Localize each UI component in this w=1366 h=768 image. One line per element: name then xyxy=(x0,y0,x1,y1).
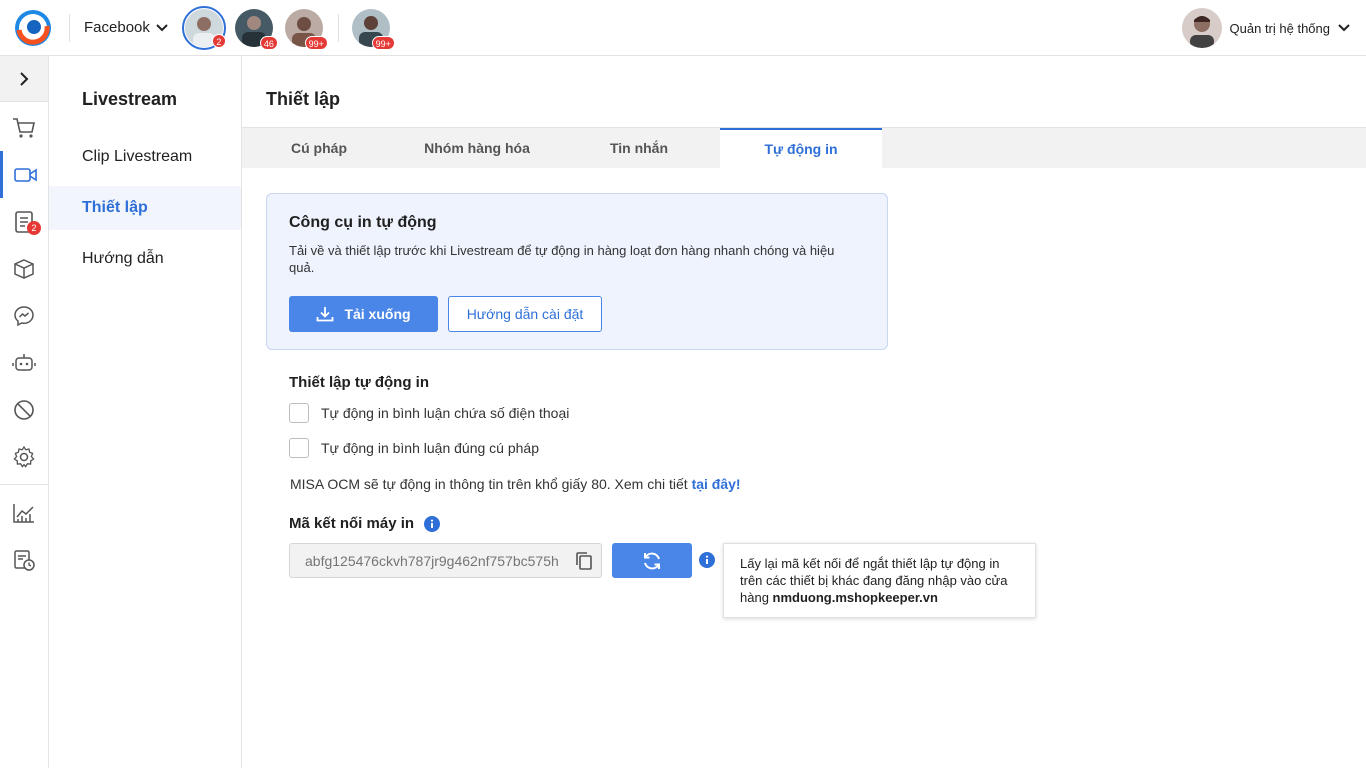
rail-item-messenger[interactable] xyxy=(0,292,48,339)
rail-item-livestream[interactable] xyxy=(0,151,48,198)
chart-icon xyxy=(13,503,34,523)
regenerate-code-button[interactable] xyxy=(612,543,692,578)
settings-tabs: Cú pháp Nhóm hàng hóa Tin nhắn Tự động i… xyxy=(242,127,1366,168)
subnav-item-settings[interactable]: Thiết lập xyxy=(49,186,241,230)
option-syntax-label: Tự động in bình luận đúng cú pháp xyxy=(321,440,539,456)
pages-divider xyxy=(337,13,339,42)
video-camera-icon xyxy=(13,167,37,182)
card-actions: Tải xuống Hướng dẫn cài đặt xyxy=(289,296,865,332)
download-label: Tải xuống xyxy=(344,306,411,322)
option-print-syntax-comments[interactable]: Tự động in bình luận đúng cú pháp xyxy=(289,438,539,458)
platform-label: Facebook xyxy=(84,19,150,36)
download-button[interactable]: Tải xuống xyxy=(289,296,438,332)
main-content: Thiết lập Cú pháp Nhóm hàng hóa Tin nhắn… xyxy=(242,56,1366,768)
printer-code-value: abfg125476ckvh787jr9g462nf757bc575h xyxy=(305,552,559,569)
expand-sidebar-button[interactable] xyxy=(0,56,48,102)
tooltip-shop-name: nmduong.mshopkeeper.vn xyxy=(772,590,938,605)
page-title: Thiết lập xyxy=(266,89,341,109)
subnav-item-guide[interactable]: Hướng dẫn xyxy=(49,237,241,281)
copy-icon[interactable] xyxy=(567,551,601,571)
checkbox-print-phone[interactable] xyxy=(289,403,309,423)
regenerate-code-tooltip: Lấy lại mã kết nối để ngắt thiết lập tự … xyxy=(723,543,1036,618)
page-avatar-4[interactable]: 99+ xyxy=(349,6,395,50)
page-avatar-list: 2 46 99+ 99+ xyxy=(181,5,399,50)
icon-rail: 2 xyxy=(0,56,49,768)
rail-item-history[interactable] xyxy=(0,536,48,583)
info-icon[interactable] xyxy=(424,515,441,532)
auto-print-tool-card: Công cụ in tự động Tải về và thiết lập t… xyxy=(266,193,888,350)
platform-selector[interactable]: Facebook xyxy=(84,19,168,36)
tab-auto-print[interactable]: Tự động in xyxy=(720,128,882,168)
rail-item-orders[interactable]: 2 xyxy=(0,198,48,245)
card-description: Tải về và thiết lập trước khi Livestream… xyxy=(289,243,835,275)
printer-code-title: Mã kết nối máy in xyxy=(289,515,441,532)
block-icon xyxy=(14,399,34,420)
tab-messages[interactable]: Tin nhắn xyxy=(558,128,720,168)
rail-item-bot[interactable] xyxy=(0,339,48,386)
subnav-item-clip-livestream[interactable]: Clip Livestream xyxy=(49,135,241,179)
orders-badge: 2 xyxy=(27,221,41,235)
rail-item-cart[interactable] xyxy=(0,104,48,151)
user-avatar xyxy=(1181,8,1222,48)
option-print-phone-comments[interactable]: Tự động in bình luận chứa số điện thoại xyxy=(289,403,569,423)
page-avatar-3[interactable]: 99+ xyxy=(282,6,328,50)
notification-badge: 99+ xyxy=(304,35,328,50)
user-menu[interactable]: Quản trị hệ thống xyxy=(1181,8,1350,48)
user-name: Quản trị hệ thống xyxy=(1229,20,1330,36)
printer-code-label: Mã kết nối máy in xyxy=(289,515,415,532)
subnav-title: Livestream xyxy=(82,89,178,109)
install-guide-button[interactable]: Hướng dẫn cài đặt xyxy=(448,296,602,332)
auto-print-settings-title: Thiết lập tự động in xyxy=(289,374,430,391)
rail-item-reports[interactable] xyxy=(0,489,48,536)
notification-badge: 99+ xyxy=(371,35,395,50)
checkbox-print-syntax[interactable] xyxy=(289,438,309,458)
box-icon xyxy=(14,258,34,279)
chevron-down-icon xyxy=(156,23,168,32)
gear-icon xyxy=(13,445,35,468)
messenger-icon xyxy=(14,305,34,326)
history-icon xyxy=(14,549,35,571)
notification-badge: 46 xyxy=(259,35,278,50)
details-link[interactable]: tại đây! xyxy=(692,476,741,492)
card-title: Công cụ in tự động xyxy=(289,214,437,231)
paper-size-note: MISA OCM sẽ tự động in thông tin trên kh… xyxy=(290,476,741,492)
page-avatar-2[interactable]: 46 xyxy=(232,6,278,50)
chevron-right-icon xyxy=(20,71,29,86)
refresh-icon xyxy=(644,552,660,569)
info-icon[interactable] xyxy=(699,552,715,568)
rail-item-products[interactable] xyxy=(0,245,48,292)
tab-syntax[interactable]: Cú pháp xyxy=(242,128,396,168)
robot-icon xyxy=(12,353,36,371)
option-phone-label: Tự động in bình luận chứa số điện thoại xyxy=(321,405,570,421)
rail-item-block[interactable] xyxy=(0,386,48,433)
rail-divider xyxy=(0,484,48,485)
rail-item-settings[interactable] xyxy=(0,433,48,480)
note-text: MISA OCM sẽ tự động in thông tin trên kh… xyxy=(290,476,692,492)
cart-icon xyxy=(13,117,35,138)
page-avatar-1[interactable]: 2 xyxy=(181,5,226,50)
notification-badge: 2 xyxy=(211,33,226,48)
header-divider xyxy=(69,13,70,42)
app-logo[interactable] xyxy=(13,8,53,48)
printer-code-field: abfg125476ckvh787jr9g462nf757bc575h xyxy=(289,543,602,578)
tab-product-groups[interactable]: Nhóm hàng hóa xyxy=(396,128,558,168)
chevron-down-icon xyxy=(1338,24,1350,32)
livestream-subnav: Livestream Clip Livestream Thiết lập Hướ… xyxy=(49,56,242,768)
download-icon xyxy=(316,306,334,322)
top-header: Facebook 2 46 99+ 99+ Quản trị hệ thống xyxy=(0,0,1366,56)
logo-icon xyxy=(15,9,51,46)
